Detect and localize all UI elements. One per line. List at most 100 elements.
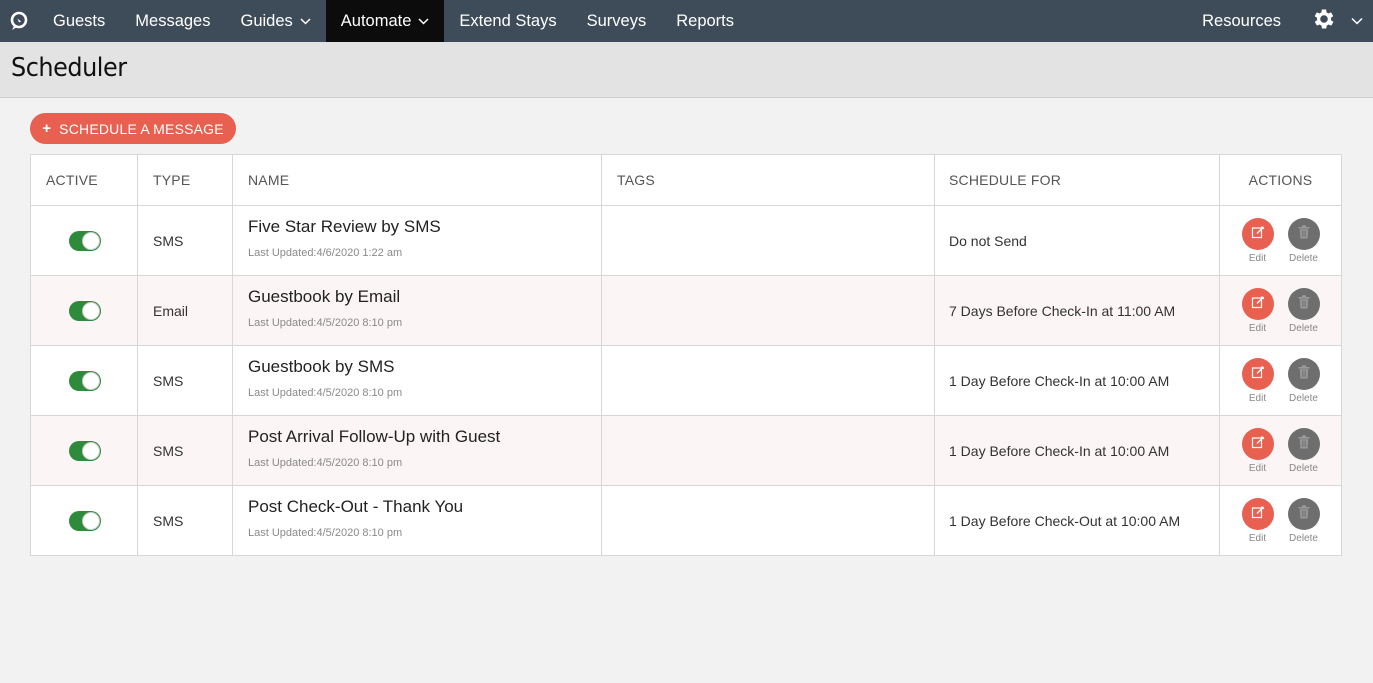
nav-guests[interactable]: Guests [38, 0, 120, 42]
trash-icon [1298, 505, 1310, 522]
type-cell: SMS [137, 206, 232, 275]
edit-action[interactable]: Edit [1241, 427, 1274, 474]
message-name: Guestbook by Email [248, 287, 401, 306]
header-type: TYPE [137, 155, 232, 205]
nav-reports-label: Reports [676, 11, 735, 30]
edit-button[interactable] [1241, 357, 1274, 390]
nav-messages-label: Messages [135, 11, 211, 30]
schedule-for-cell: 1 Day Before Check-Out at 10:00 AM [934, 486, 1219, 555]
delete-button[interactable] [1287, 287, 1320, 320]
edit-label: Edit [1248, 392, 1267, 404]
header-active: ACTIVE [46, 172, 98, 188]
edit-icon [1251, 225, 1265, 242]
edit-label: Edit [1248, 532, 1267, 544]
schedule-for-cell: 1 Day Before Check-In at 10:00 AM [934, 416, 1219, 485]
schedule-message-button[interactable]: + SCHEDULE A MESSAGE [30, 113, 236, 144]
edit-action[interactable]: Edit [1241, 357, 1274, 404]
nav-extend-stays[interactable]: Extend Stays [444, 0, 571, 42]
table-row: SMS Guestbook by SMS Last Updated:4/5/2020… [31, 345, 1341, 415]
message-name: Post Arrival Follow-Up with Guest [248, 427, 501, 446]
edit-button[interactable] [1241, 497, 1274, 530]
active-cell [31, 276, 137, 345]
delete-button[interactable] [1287, 497, 1320, 530]
toggle-knob [82, 231, 100, 250]
last-updated: Last Updated:4/5/2020 8:10 pm [248, 387, 403, 399]
edit-button[interactable] [1241, 287, 1274, 320]
app-logo-icon[interactable] [0, 0, 38, 42]
delete-label: Delete [1289, 392, 1318, 404]
message-name: Post Check-Out - Thank You [248, 497, 464, 516]
trash-icon [1298, 435, 1310, 452]
active-toggle[interactable] [69, 510, 101, 531]
delete-action[interactable]: Delete [1287, 217, 1320, 264]
table-header-row: ACTIVE TYPE NAME TAGS SCHEDULE FOR ACTIO… [31, 155, 1341, 205]
name-cell: Post Check-Out - Thank You Last Updated:4… [232, 486, 601, 555]
nav-reports[interactable]: Reports [661, 0, 749, 42]
edit-action[interactable]: Edit [1241, 497, 1274, 544]
delete-action[interactable]: Delete [1287, 427, 1320, 474]
trash-icon [1298, 365, 1310, 382]
toggle-knob [82, 301, 100, 320]
actions-cell: Edit Delete [1219, 486, 1341, 555]
nav-guests-label: Guests [53, 11, 106, 30]
chevron-down-icon [418, 17, 429, 25]
nav-resources[interactable]: Resources [1187, 0, 1309, 42]
gear-icon[interactable] [1311, 6, 1337, 37]
delete-label: Delete [1289, 462, 1318, 474]
nav-guides-label: Guides [240, 11, 293, 30]
active-cell [31, 346, 137, 415]
toggle-knob [82, 511, 100, 530]
delete-button[interactable] [1287, 217, 1320, 250]
edit-button[interactable] [1241, 217, 1274, 250]
tags-cell [601, 346, 934, 415]
chevron-down-icon[interactable] [1351, 17, 1363, 25]
nav-automate-label: Automate [340, 11, 412, 30]
edit-icon [1251, 505, 1265, 522]
nav-automate[interactable]: Automate [325, 0, 445, 42]
active-cell [31, 206, 137, 275]
edit-icon [1251, 435, 1265, 452]
edit-label: Edit [1248, 252, 1267, 264]
actions-cell: Edit Delete [1219, 416, 1341, 485]
active-cell [31, 416, 137, 485]
top-navbar: Guests Messages Guides Automate Extend Stays… [0, 0, 1373, 42]
trash-icon [1298, 295, 1310, 312]
nav-surveys[interactable]: Surveys [572, 0, 662, 42]
nav-guides[interactable]: Guides [225, 0, 325, 42]
actions-cell: Edit Delete [1219, 346, 1341, 415]
edit-icon [1251, 365, 1265, 382]
table-row: SMS Post Check-Out - Thank You Last Update… [31, 485, 1341, 555]
delete-button[interactable] [1287, 357, 1320, 390]
schedule-for-cell: Do not Send [934, 206, 1219, 275]
edit-button[interactable] [1241, 427, 1274, 460]
edit-icon [1251, 295, 1265, 312]
header-name: NAME [232, 155, 601, 205]
schedule-for-cell: 1 Day Before Check-In at 10:00 AM [934, 346, 1219, 415]
nav-messages[interactable]: Messages [120, 0, 225, 42]
active-toggle[interactable] [69, 440, 101, 461]
schedule-for-cell: 7 Days Before Check-In at 11:00 AM [934, 276, 1219, 345]
delete-button[interactable] [1287, 427, 1320, 460]
nav-extend-stays-label: Extend Stays [459, 11, 557, 30]
name-cell: Guestbook by SMS Last Updated:4/5/2020 8:… [232, 346, 601, 415]
active-toggle[interactable] [69, 370, 101, 391]
delete-action[interactable]: Delete [1287, 287, 1320, 334]
toggle-knob [82, 441, 100, 460]
scheduler-table: ACTIVE TYPE NAME TAGS SCHEDULE FOR ACTIO… [30, 154, 1342, 556]
edit-action[interactable]: Edit [1241, 217, 1274, 264]
actions-cell: Edit Delete [1219, 276, 1341, 345]
active-toggle[interactable] [69, 230, 101, 251]
header-tags: TAGS [601, 155, 934, 205]
last-updated: Last Updated:4/5/2020 8:10 pm [248, 527, 403, 539]
active-toggle[interactable] [69, 300, 101, 321]
tags-cell [601, 486, 934, 555]
settings-menu[interactable] [1309, 0, 1373, 42]
message-name: Guestbook by SMS [248, 357, 395, 376]
delete-action[interactable]: Delete [1287, 357, 1320, 404]
tags-cell [601, 276, 934, 345]
delete-action[interactable]: Delete [1287, 497, 1320, 544]
edit-label: Edit [1248, 462, 1267, 474]
name-cell: Guestbook by Email Last Updated:4/5/2020 … [232, 276, 601, 345]
edit-action[interactable]: Edit [1241, 287, 1274, 334]
nav-surveys-label: Surveys [586, 11, 647, 30]
